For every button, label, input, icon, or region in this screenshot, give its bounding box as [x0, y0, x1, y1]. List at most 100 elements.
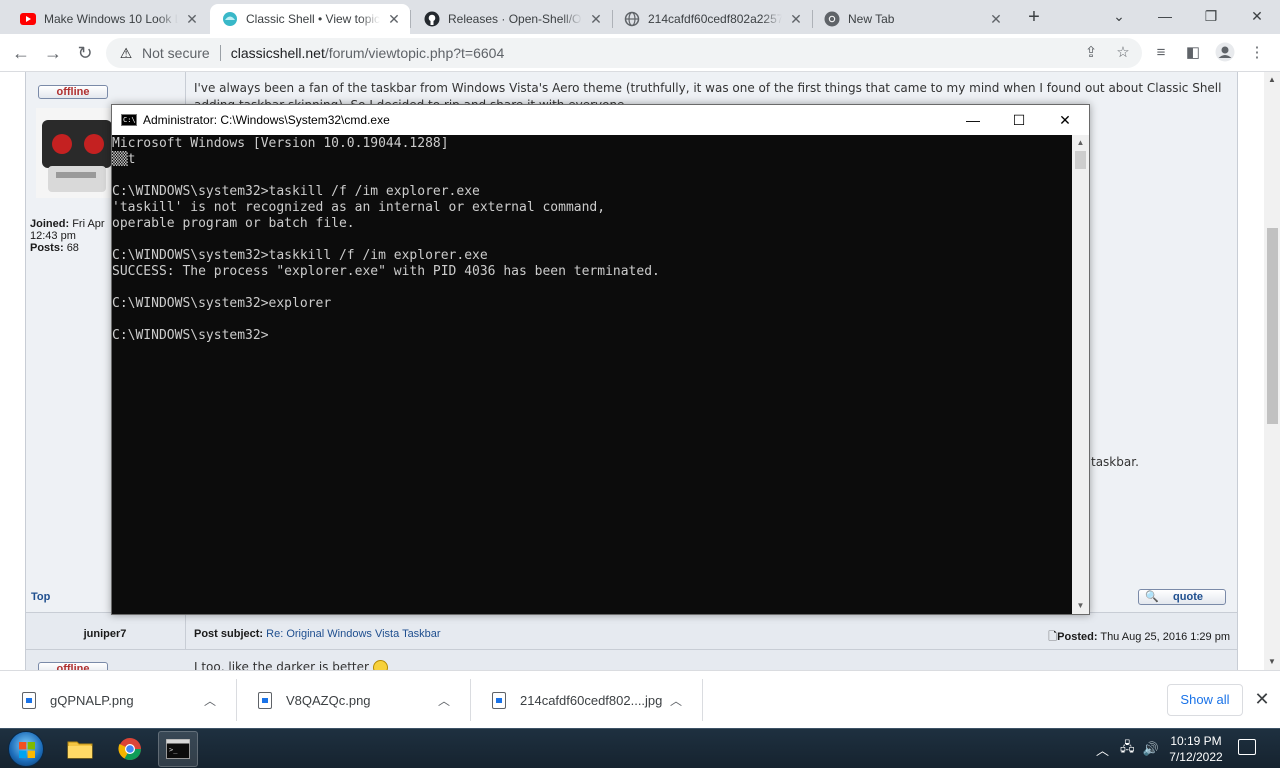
console-prompt[interactable]: C:\WINDOWS\system32> — [112, 328, 1072, 344]
clock-date: 7/12/2022 — [1169, 750, 1223, 764]
profile-icon[interactable] — [1214, 42, 1236, 64]
tab-separator — [410, 10, 411, 28]
post-author[interactable]: juniper7 — [26, 628, 184, 640]
download-item[interactable]: gQPNALP.png ︿ — [0, 671, 236, 729]
tab-title: 214cafdf60cedf802a2257 — [648, 12, 782, 26]
cmd-scrollbar-thumb[interactable] — [1075, 151, 1086, 169]
console-line: SUCCESS: The process "explorer.exe" with… — [112, 264, 660, 279]
download-item[interactable]: V8QAZQc.png ︿ — [236, 671, 470, 729]
share-icon[interactable]: ⇪ — [1080, 42, 1102, 64]
tab-title: Make Windows 10 Look L — [44, 12, 178, 26]
windows-taskbar: >_ ︿ 🖧 🔊 10:19 PM 7/12/2022 — [0, 728, 1280, 768]
scroll-down-icon[interactable]: ▼ — [1266, 656, 1278, 668]
clock[interactable]: 10:19 PM 7/12/2022 — [1166, 733, 1226, 765]
joined-info: Joined: Fri Apr 12:43 pm Posts: 68 — [30, 218, 105, 254]
forward-button[interactable]: → — [40, 40, 66, 66]
globe-icon — [624, 11, 640, 27]
image-file-icon — [22, 691, 36, 709]
new-tab-button[interactable]: + — [1022, 6, 1046, 30]
minimize-button[interactable]: — — [1142, 2, 1188, 30]
file-explorer-icon[interactable] — [60, 731, 100, 767]
cmd-titlebar[interactable]: C:\ Administrator: C:\Windows\System32\c… — [112, 105, 1089, 135]
notification-icon[interactable] — [1238, 739, 1256, 755]
url-path[interactable]: /forum/viewtopic.php?t=6604 — [325, 45, 504, 61]
tab-new-tab[interactable]: New Tab ✕ — [812, 4, 1012, 34]
chrome-taskbar-icon[interactable] — [110, 731, 150, 767]
smiley-icon — [372, 660, 388, 670]
omnibox-divider — [219, 45, 221, 61]
close-tab-icon[interactable]: ✕ — [588, 11, 604, 27]
reload-button[interactable]: ↻ — [72, 40, 98, 66]
post-text-line: I too, like the darker is better — [194, 660, 369, 670]
volume-icon[interactable]: 🔊 — [1143, 741, 1159, 757]
youtube-icon — [20, 11, 36, 27]
scroll-up-icon[interactable]: ▲ — [1266, 74, 1278, 86]
show-hidden-icons-icon[interactable]: ︿ — [1096, 740, 1110, 759]
download-filename: V8QAZQc.png — [286, 692, 371, 708]
clock-time: 10:19 PM — [1170, 734, 1222, 748]
top-link[interactable]: Top — [31, 591, 50, 603]
tab-classic-shell[interactable]: Classic Shell • View topic ✕ — [210, 4, 410, 34]
subject-link[interactable]: Re: Original Windows Vista Taskbar — [266, 628, 440, 640]
menu-icon[interactable]: ⋮ — [1246, 42, 1268, 64]
cmd-scroll-up-icon[interactable]: ▲ — [1075, 137, 1086, 149]
cmd-close-button[interactable]: ✕ — [1042, 105, 1088, 135]
reading-list-icon[interactable]: ≡ — [1150, 42, 1172, 64]
close-icon[interactable]: ✕ — [1252, 689, 1272, 709]
chrome-icon — [824, 11, 840, 27]
cmd-minimize-button[interactable]: — — [950, 105, 996, 135]
cmd-taskbar-icon[interactable]: >_ — [158, 731, 198, 767]
image-file-icon — [492, 691, 506, 709]
url-host[interactable]: classicshell.net — [231, 45, 325, 61]
bookmark-star-icon[interactable]: ☆ — [1112, 42, 1134, 64]
cmd-window[interactable]: C:\ Administrator: C:\Windows\System32\c… — [111, 104, 1090, 615]
download-item[interactable]: 214cafdf60cedf802....jpg ︿ — [470, 671, 702, 729]
show-all-button[interactable]: Show all — [1167, 684, 1243, 716]
console-line: C:\WINDOWS\system32>taskill /f /im explo… — [112, 184, 480, 199]
address-bar[interactable]: ⚠ Not secure classicshell.net/forum/view… — [106, 38, 1142, 68]
close-tab-icon[interactable]: ✕ — [386, 11, 402, 27]
tab-github[interactable]: Releases · Open-Shell/Op ✕ — [412, 4, 612, 34]
tab-youtube[interactable]: Make Windows 10 Look L ✕ — [8, 4, 208, 34]
cmd-icon: C:\ — [121, 114, 137, 126]
posts-value: 68 — [66, 242, 79, 254]
image-file-icon — [258, 691, 272, 709]
start-button[interactable] — [8, 731, 44, 767]
post-text-line: I've always been a fan of the taskbar fr… — [194, 81, 1222, 95]
cmd-scrollbar[interactable]: ▲ ▼ — [1072, 135, 1089, 614]
close-tab-icon[interactable]: ✕ — [184, 11, 200, 27]
tab-search-icon[interactable]: ⌄ — [1096, 2, 1142, 30]
post-header: Post subject: Re: Original Windows Vista… — [185, 613, 1238, 649]
network-icon[interactable]: 🖧 — [1120, 738, 1135, 760]
quote-button[interactable]: 🔍 quote — [1138, 589, 1226, 605]
console-line: operable program or batch file. — [112, 216, 355, 231]
cmd-maximize-button[interactable]: ☐ — [996, 105, 1042, 135]
chevron-up-icon[interactable]: ︿ — [202, 692, 218, 709]
cmd-scroll-down-icon[interactable]: ▼ — [1075, 600, 1086, 612]
side-panel-icon[interactable]: ◧ — [1182, 42, 1204, 64]
github-icon — [424, 11, 440, 27]
close-tab-icon[interactable]: ✕ — [788, 11, 804, 27]
back-button[interactable]: ← — [8, 40, 34, 66]
post-divider — [26, 649, 1237, 650]
tab-title: Releases · Open-Shell/Op — [448, 12, 582, 26]
chevron-up-icon[interactable]: ︿ — [436, 692, 452, 709]
tab-strip: Make Windows 10 Look L ✕ Classic Shell •… — [0, 0, 1280, 34]
svg-text:>_: >_ — [169, 746, 178, 754]
tab-image[interactable]: 214cafdf60cedf802a2257 ✕ — [612, 4, 812, 34]
cmd-console[interactable]: Microsoft Windows [Version 10.0.19044.12… — [112, 135, 1072, 614]
close-window-button[interactable]: ✕ — [1234, 2, 1280, 30]
close-tab-icon[interactable]: ✕ — [988, 11, 1004, 27]
chevron-up-icon[interactable]: ︿ — [668, 692, 684, 709]
security-label[interactable]: Not secure — [142, 45, 210, 61]
restore-button[interactable]: ❐ — [1188, 2, 1234, 30]
warning-icon[interactable]: ⚠ — [118, 45, 134, 61]
console-line: ▒▒t — [112, 152, 136, 167]
page-scrollbar-thumb[interactable] — [1267, 228, 1278, 424]
quote-label: quote — [1173, 591, 1203, 603]
post-profile: juniper7 — [26, 613, 184, 649]
